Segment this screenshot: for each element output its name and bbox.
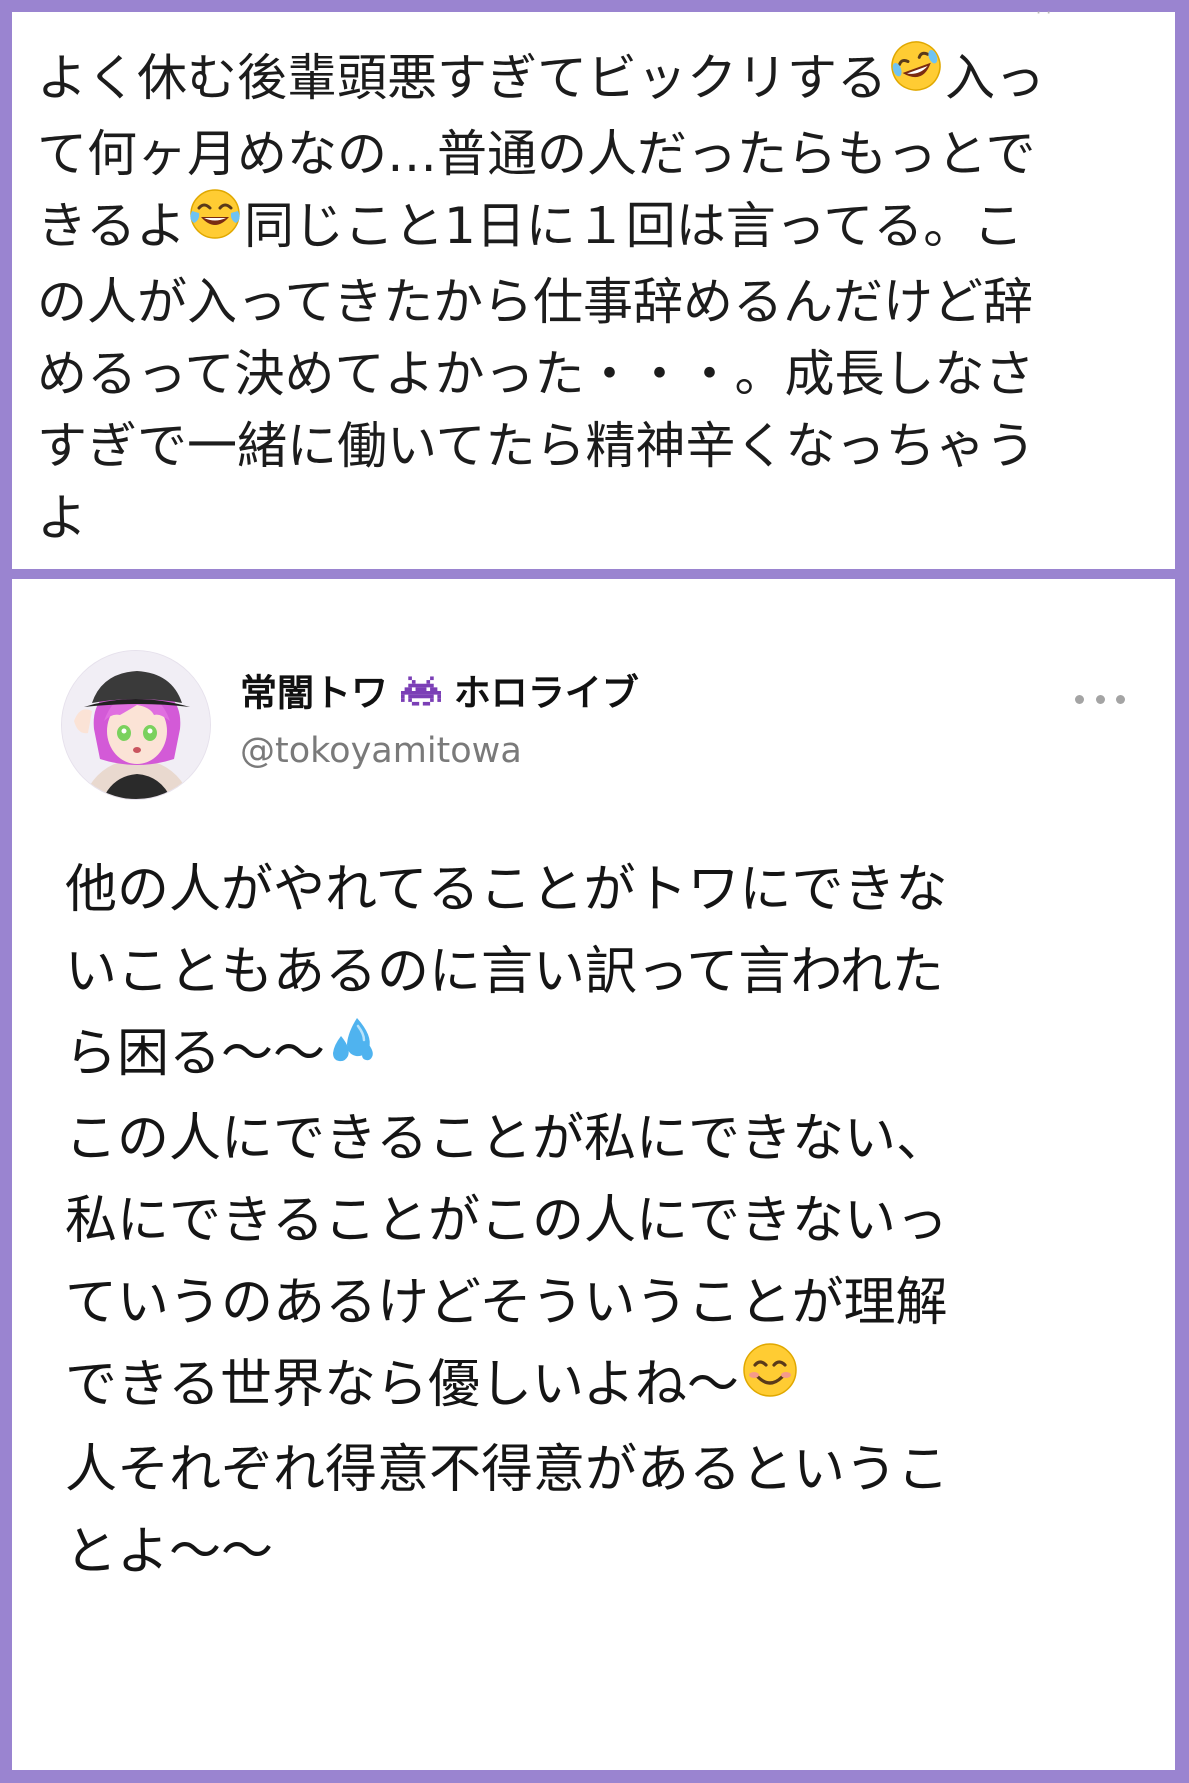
quoted-post-line-text: の人が入ってきたから仕事辞めるんだけど辞 bbox=[37, 273, 1033, 331]
display-name-text: 常闇トワ bbox=[240, 671, 388, 715]
tweet-line-text: 他の人がやれてることがトワにできな bbox=[65, 860, 948, 920]
quoted-post-line-text: 同じこと1日に１回は言ってる。こ bbox=[244, 197, 1024, 255]
more-horizontal-icon bbox=[1116, 694, 1125, 704]
quoted-post-line: すぎで一緒に働いてたら精神辛くなっちゃう bbox=[37, 410, 1151, 482]
tweet-line: ていうのあるけどそういうことが理解 bbox=[65, 1262, 1145, 1344]
more-horizontal-icon bbox=[1095, 694, 1105, 704]
more-options-button[interactable] bbox=[1075, 689, 1125, 709]
avatar[interactable] bbox=[61, 650, 211, 800]
quoted-post-line-text: 入っ bbox=[945, 49, 1045, 107]
display-name-suffix: ホロライブ bbox=[453, 671, 639, 715]
tweet-line: この人にできることが私にできない、 bbox=[65, 1098, 1145, 1180]
avatar-illustration bbox=[62, 651, 210, 799]
cut-off-timestamp-fragment: · · bbox=[1036, 8, 1052, 18]
quoted-post-line-text: すぎで一緒に働いてたら精神辛くなっちゃう bbox=[37, 417, 1036, 475]
rolling-on-floor-laughing-emoji bbox=[889, 39, 943, 112]
quoted-post-line-text: めるって決めてよかった・・・。成長しなさ bbox=[37, 345, 1035, 403]
tweet-line-text: できる世界なら優しいよね〜 bbox=[65, 1355, 739, 1415]
quoted-post-line: よ bbox=[37, 482, 1151, 554]
space-invader-icon bbox=[400, 675, 441, 706]
quoted-post-line-text: て何ヶ月めなの…普通の人だったらもっとで bbox=[37, 125, 1036, 183]
tweet-line: ら困る〜〜 bbox=[65, 1013, 1145, 1098]
quoted-post-line: て何ヶ月めなの…普通の人だったらもっとで bbox=[37, 118, 1151, 190]
tweet-text: 他の人がやれてることがトワにできな いこともあるのに言い訳って言われた ら困る〜… bbox=[65, 849, 1145, 1593]
quoted-post-line: の人が入ってきたから仕事辞めるんだけど辞 bbox=[37, 266, 1151, 338]
tweet-line-text: いこともあるのに言い訳って言われた bbox=[65, 942, 944, 1002]
quoted-post-line: めるって決めてよかった・・・。成長しなさ bbox=[37, 338, 1151, 410]
tweet-line: 人それぞれ得意不得意があるというこ bbox=[65, 1429, 1145, 1511]
tweet-line-text: ていうのあるけどそういうことが理解 bbox=[65, 1273, 948, 1333]
sweat-droplets-emoji bbox=[327, 1010, 383, 1092]
tweet-line-text: ら困る〜〜 bbox=[65, 1024, 326, 1084]
tweet-line: 他の人がやれてることがトワにできな bbox=[65, 849, 1145, 931]
quoted-post-line: きるよ 同じこと1日に１回は言ってる。こ bbox=[37, 187, 1151, 266]
smiling-face-emoji bbox=[741, 1341, 799, 1423]
display-name[interactable]: 常闇トワ ホロライブ bbox=[240, 670, 639, 716]
tweet-line-text: この人にできることが私にできない、 bbox=[65, 1109, 948, 1169]
quoted-post-line-text: きるよ bbox=[37, 197, 186, 255]
tweet-line: 私にできることがこの人にできないっ bbox=[65, 1180, 1145, 1262]
tweet-line-text: 人それぞれ得意不得意があるというこ bbox=[65, 1440, 950, 1500]
tweet-line: いこともあるのに言い訳って言われた bbox=[65, 931, 1145, 1013]
more-horizontal-icon bbox=[1075, 694, 1084, 704]
quoted-post-text: よく休む後輩頭悪すぎてビックリする 入っ て何ヶ月めなの…普通の人だったらもっとで… bbox=[37, 39, 1151, 554]
account-handle[interactable]: @tokoyamitowa bbox=[240, 729, 522, 773]
quoted-post-line: よく休む後輩頭悪すぎてビックリする 入っ bbox=[37, 39, 1151, 118]
quoted-post-line-text: よく休む後輩頭悪すぎてビックリする bbox=[37, 49, 887, 107]
quoted-post-line-text: よ bbox=[37, 489, 87, 547]
tweet-line: できる世界なら優しいよね〜 bbox=[65, 1341, 1145, 1429]
tears-of-joy-emoji bbox=[188, 187, 242, 260]
tweet-line: とよ〜〜 bbox=[65, 1511, 1145, 1593]
tweet-line-text: とよ〜〜 bbox=[65, 1522, 274, 1582]
tweet-panel: 常闇トワ ホロライブ @tokoyamitowa 他の人がやれてることがトワにで… bbox=[12, 579, 1175, 1770]
tweet-line-text: 私にできることがこの人にできないっ bbox=[65, 1191, 948, 1251]
quoted-post-panel: · · よく休む後輩頭悪すぎてビックリする 入っ て何ヶ月めなの…普通の人だったら… bbox=[12, 8, 1175, 569]
